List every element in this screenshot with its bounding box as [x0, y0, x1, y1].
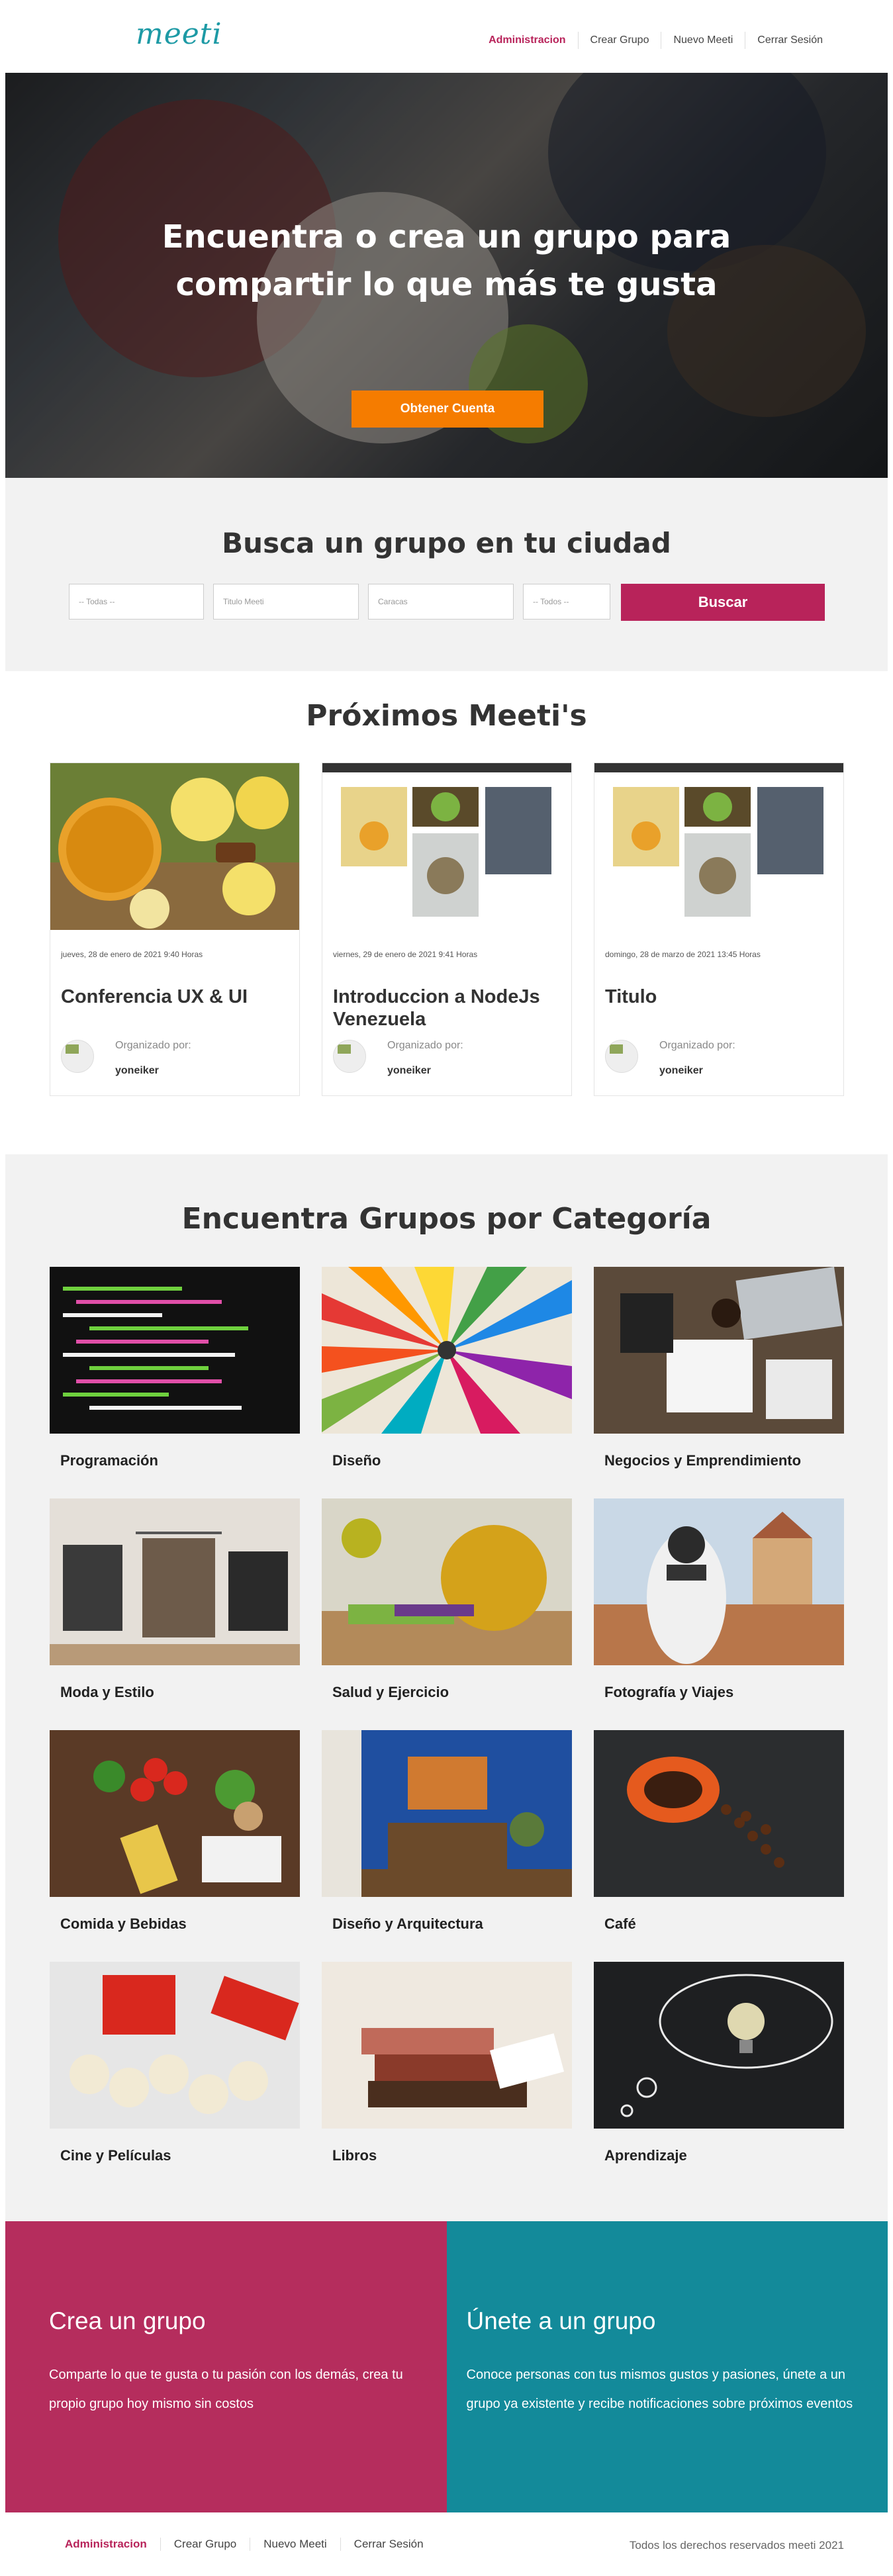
nav-create-group-link[interactable]: Crear Grupo [577, 32, 661, 49]
search-title: Busca un grupo en tu ciudad [222, 527, 671, 559]
nav-admin-link[interactable]: Administracion [477, 32, 577, 49]
category-image [50, 1498, 300, 1665]
page: meeti Administracion Crear Grupo Nuevo M… [0, 0, 893, 2576]
category-label[interactable]: Negocios y Emprendimiento [604, 1452, 801, 1469]
category-card-health[interactable]: Salud y Ejercicio [322, 1498, 572, 1700]
meetis-title: Próximos Meeti's [306, 699, 587, 733]
footer-nav: Administracion Crear Grupo Nuevo Meeti C… [49, 2538, 437, 2551]
meeti-date: jueves, 28 de enero de 2021 9:40 Horas [61, 950, 203, 959]
meeti-card[interactable]: jueves, 28 de enero de 2021 9:40 Horas C… [50, 762, 300, 1096]
organizer-name[interactable]: yoneiker [659, 1065, 703, 1077]
category-card-food[interactable]: Comida y Bebidas [50, 1730, 300, 1932]
category-image [594, 1498, 844, 1665]
categories-section: Encuentra Grupos por Categoría Programac… [5, 1154, 888, 2221]
join-group-panel[interactable]: Únete a un grupo Conoce personas con tus… [446, 2221, 888, 2512]
create-group-panel[interactable]: Crea un grupo Comparte lo que te gusta o… [5, 2221, 447, 2512]
category-card-movies[interactable]: Cine y Películas [50, 1962, 300, 2164]
category-card-books[interactable]: Libros [322, 1962, 572, 2164]
footer: Administracion Crear Grupo Nuevo Meeti C… [5, 2512, 888, 2576]
category-image [50, 1962, 300, 2129]
category-card-business[interactable]: Negocios y Emprendimiento [594, 1267, 844, 1469]
category-label[interactable]: Moda y Estilo [60, 1684, 154, 1701]
category-image [594, 1267, 844, 1434]
nav-logout-link[interactable]: Cerrar Sesión [745, 32, 835, 49]
category-card-programming[interactable]: Programación [50, 1267, 300, 1469]
category-card-design[interactable]: Diseño [322, 1267, 572, 1469]
category-image [50, 1730, 300, 1897]
meeti-card[interactable]: viernes, 29 de enero de 2021 9:41 Horas … [322, 762, 572, 1096]
join-group-title: Únete a un grupo [466, 2307, 656, 2334]
hero-title: Encuentra o crea un grupo para compartir… [5, 213, 888, 308]
cta-section: Crea un grupo Comparte lo que te gusta o… [5, 2221, 888, 2512]
city-input[interactable]: Caracas [368, 584, 514, 620]
meeti-image-screenshot [594, 763, 843, 930]
create-group-title: Crea un grupo [49, 2307, 206, 2334]
footer-new-meeti-link[interactable]: Nuevo Meeti [250, 2538, 340, 2551]
organizer-name[interactable]: yoneiker [115, 1065, 159, 1077]
meeti-title[interactable]: Introduccion a NodeJs Venezuela [333, 986, 561, 1031]
organizer-label: Organizado por: [659, 1040, 735, 1051]
category-label[interactable]: Café [604, 1915, 636, 1933]
category-label[interactable]: Fotografía y Viajes [604, 1684, 733, 1701]
category-label[interactable]: Comida y Bebidas [60, 1915, 187, 1933]
title-input[interactable]: Titulo Meeti [213, 584, 359, 620]
category-card-photography[interactable]: Fotografía y Viajes [594, 1498, 844, 1700]
meeti-date: viernes, 29 de enero de 2021 9:41 Horas [333, 950, 478, 959]
meeti-title[interactable]: Conferencia UX & UI [61, 986, 289, 1008]
upcoming-meetis-section: Próximos Meeti's jueves, 28 de enero de … [5, 671, 888, 1154]
country-select[interactable]: -- Todos -- [523, 584, 610, 620]
copyright: Todos los derechos reservados meeti 2021 [629, 2539, 844, 2552]
category-image [322, 1498, 572, 1665]
category-image [594, 1962, 844, 2129]
hero-banner: Encuentra o crea un grupo para compartir… [5, 73, 888, 478]
search-section: Busca un grupo en tu ciudad -- Todas -- … [5, 478, 888, 671]
category-card-architecture[interactable]: Diseño y Arquitectura [322, 1730, 572, 1932]
avatar [333, 1040, 366, 1073]
footer-logout-link[interactable]: Cerrar Sesión [340, 2538, 437, 2551]
category-select[interactable]: -- Todas -- [69, 584, 204, 620]
meeti-image-tea [50, 763, 299, 930]
category-image [322, 1962, 572, 2129]
organizer-label: Organizado por: [387, 1040, 463, 1051]
category-image [50, 1267, 300, 1434]
create-group-text: Comparte lo que te gusta o tu pasión con… [49, 2368, 403, 2411]
meeti-image-screenshot [322, 763, 571, 930]
meeti-title[interactable]: Titulo [605, 986, 833, 1008]
organizer-label: Organizado por: [115, 1040, 191, 1051]
nav-new-meeti-link[interactable]: Nuevo Meeti [661, 32, 745, 49]
logo[interactable]: meeti [136, 17, 222, 51]
main-nav: Administracion Crear Grupo Nuevo Meeti C… [477, 32, 835, 49]
category-label[interactable]: Aprendizaje [604, 2147, 687, 2164]
categories-title: Encuentra Grupos por Categoría [181, 1202, 712, 1236]
category-label[interactable]: Salud y Ejercicio [332, 1684, 449, 1701]
meeti-card[interactable]: domingo, 28 de marzo de 2021 13:45 Horas… [594, 762, 844, 1096]
avatar [61, 1040, 94, 1073]
category-card-learning[interactable]: Aprendizaje [594, 1962, 844, 2164]
header: meeti Administracion Crear Grupo Nuevo M… [5, 0, 888, 73]
category-card-fashion[interactable]: Moda y Estilo [50, 1498, 300, 1700]
category-card-coffee[interactable]: Café [594, 1730, 844, 1932]
avatar [605, 1040, 638, 1073]
hero-title-line-1: Encuentra o crea un grupo para [162, 218, 731, 255]
search-button[interactable]: Buscar [621, 584, 825, 621]
footer-create-group-link[interactable]: Crear Grupo [160, 2538, 250, 2551]
category-image [594, 1730, 844, 1897]
join-group-text: Conoce personas con tus mismos gustos y … [466, 2368, 853, 2411]
category-label[interactable]: Diseño y Arquitectura [332, 1915, 483, 1933]
category-image [322, 1267, 572, 1434]
meeti-date: domingo, 28 de marzo de 2021 13:45 Horas [605, 950, 761, 959]
hero-title-line-2: compartir lo que más te gusta [175, 266, 718, 303]
get-account-button[interactable]: Obtener Cuenta [352, 391, 543, 428]
category-label[interactable]: Cine y Películas [60, 2147, 171, 2164]
category-label[interactable]: Libros [332, 2147, 377, 2164]
footer-admin-link[interactable]: Administracion [49, 2538, 160, 2551]
category-image [322, 1730, 572, 1897]
category-label[interactable]: Programación [60, 1452, 158, 1469]
category-label[interactable]: Diseño [332, 1452, 381, 1469]
organizer-name[interactable]: yoneiker [387, 1065, 431, 1077]
